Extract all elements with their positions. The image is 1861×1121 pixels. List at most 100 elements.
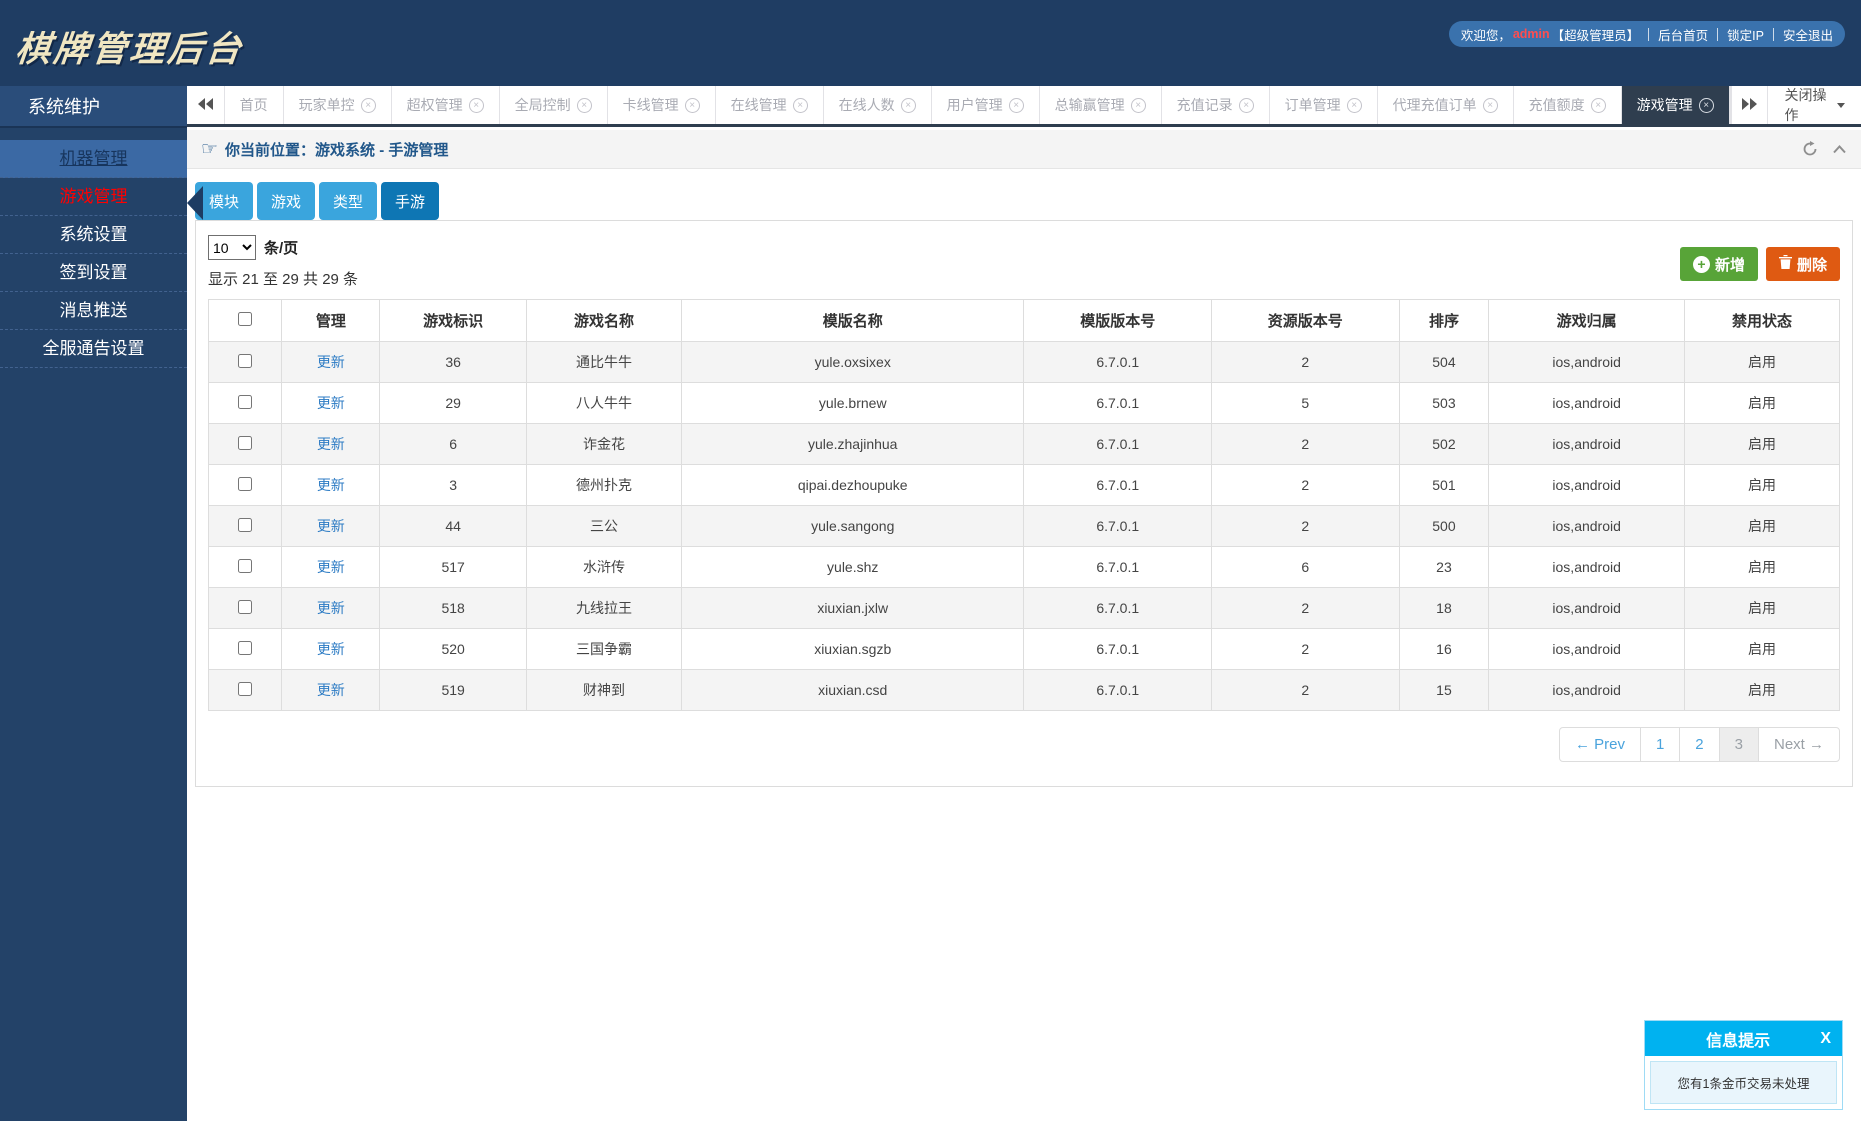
column-header: 游戏名称 — [526, 299, 682, 342]
column-header: 排序 — [1398, 299, 1490, 342]
tab-close-icon[interactable]: × — [900, 97, 916, 113]
tab-close-icon[interactable]: × — [468, 97, 484, 113]
tab-item[interactable]: 超权管理 × — [392, 86, 500, 124]
update-link[interactable]: 更新 — [317, 641, 345, 657]
tab-close-icon[interactable]: × — [1130, 97, 1146, 113]
cell-game-name: 九线拉王 — [526, 587, 682, 629]
row-checkbox[interactable] — [238, 435, 253, 450]
scroll-tabs-left-button[interactable] — [187, 86, 225, 124]
column-header: 游戏标识 — [379, 299, 528, 342]
page-number[interactable]: 3 — [1718, 728, 1758, 761]
tab-close-icon[interactable]: × — [684, 97, 700, 113]
subtab-button[interactable]: 类型 — [319, 182, 377, 220]
cell-status: 启用 — [1684, 587, 1840, 629]
update-link[interactable]: 更新 — [317, 395, 345, 411]
tab-item[interactable]: 玩家单控 × — [284, 86, 392, 124]
tab-item[interactable]: 订单管理 × — [1270, 86, 1378, 124]
cell-sort: 23 — [1398, 546, 1490, 588]
plus-circle-icon: + — [1692, 255, 1710, 273]
row-checkbox[interactable] — [238, 599, 253, 614]
tab-item[interactable]: 充值额度 × — [1514, 86, 1622, 124]
select-all-checkbox[interactable] — [238, 311, 253, 326]
update-link[interactable]: 更新 — [317, 600, 345, 616]
cell-game-id: 29 — [379, 382, 528, 424]
tab-label: 游戏管理 — [1636, 97, 1693, 113]
cell-template-version: 6.7.0.1 — [1023, 464, 1213, 506]
tab-close-icon[interactable]: × — [1698, 97, 1714, 113]
update-link[interactable]: 更新 — [317, 436, 345, 452]
tab-close-icon[interactable]: × — [1008, 97, 1024, 113]
logout-link[interactable]: 安全退出 — [1783, 25, 1833, 44]
scroll-tabs-right-button[interactable] — [1730, 86, 1769, 124]
refresh-icon[interactable] — [1802, 141, 1818, 157]
tab-label: 玩家单控 — [298, 97, 355, 113]
cell-game-name: 财神到 — [526, 669, 682, 711]
row-checkbox[interactable] — [238, 476, 253, 491]
row-checkbox[interactable] — [238, 517, 253, 532]
tab-item[interactable]: 代理充值订单 × — [1378, 86, 1514, 124]
collapse-up-icon[interactable] — [1832, 143, 1847, 155]
tab-item[interactable]: 充值记录 × — [1162, 86, 1270, 124]
update-link[interactable]: 更新 — [317, 559, 345, 575]
sidebar-item[interactable]: 游戏管理 — [0, 178, 187, 216]
row-checkbox[interactable] — [238, 681, 253, 696]
tab-item[interactable]: 总输赢管理 × — [1040, 86, 1162, 124]
tab-close-icon[interactable]: × — [1238, 97, 1254, 113]
delete-button[interactable]: 删除 — [1765, 247, 1840, 281]
row-checkbox[interactable] — [238, 640, 253, 655]
page-number[interactable]: 1 — [1639, 728, 1679, 761]
tab-close-icon[interactable]: × — [576, 97, 592, 113]
next-button[interactable]: Next → — [1757, 728, 1839, 761]
cell-sort: 504 — [1398, 341, 1490, 383]
cell-sort: 502 — [1398, 423, 1490, 465]
cell-resource-version: 5 — [1211, 382, 1400, 424]
add-button[interactable]: + 新增 — [1679, 247, 1758, 281]
tab-item[interactable]: 首页 — [225, 86, 284, 124]
tab-item[interactable]: 全局控制 × — [500, 86, 608, 124]
tab-close-icon[interactable]: × — [792, 97, 808, 113]
subtab-button[interactable]: 模块 — [195, 182, 253, 220]
update-link[interactable]: 更新 — [317, 354, 345, 370]
sidebar-item[interactable]: 全服通告设置 — [0, 330, 187, 368]
tab-item[interactable]: 在线管理 × — [716, 86, 824, 124]
tab-item[interactable]: 游戏管理 × — [1621, 86, 1730, 124]
table-row: 更新 520 三国争霸 xiuxian.sgzb 6.7.0.1 2 16 io… — [207, 628, 1840, 670]
sidebar-item[interactable]: 系统设置 — [0, 216, 187, 254]
tab-label: 代理充值订单 — [1392, 97, 1477, 113]
update-link[interactable]: 更新 — [317, 682, 345, 698]
row-checkbox[interactable] — [238, 558, 253, 573]
update-link[interactable]: 更新 — [317, 518, 345, 534]
username: admin — [1512, 27, 1550, 41]
cell-game-name: 通比牛牛 — [526, 341, 682, 383]
row-checkbox[interactable] — [238, 353, 253, 368]
home-link[interactable]: 后台首页 — [1658, 25, 1708, 44]
cell-platform: ios,android — [1488, 464, 1686, 506]
tab-item[interactable]: 在线人数 × — [824, 86, 932, 124]
tab-close-icon[interactable]: × — [1590, 97, 1606, 113]
close-operations-menu[interactable]: 关闭操作 — [1768, 86, 1861, 124]
tab-item[interactable]: 用户管理 × — [932, 86, 1040, 124]
sidebar-item[interactable]: 签到设置 — [0, 254, 187, 292]
subtab-button[interactable]: 游戏 — [257, 182, 315, 220]
tab-label: 卡线管理 — [622, 97, 679, 113]
page-number[interactable]: 2 — [1679, 728, 1718, 761]
update-link[interactable]: 更新 — [317, 477, 345, 493]
tab-close-icon[interactable]: × — [1482, 97, 1498, 113]
subtab-button[interactable]: 手游 — [381, 182, 439, 220]
tab-item[interactable]: 卡线管理 × — [608, 86, 716, 124]
sidebar-item[interactable]: 消息推送 — [0, 292, 187, 330]
cell-sort: 503 — [1398, 382, 1490, 424]
page-size-select[interactable]: 10 — [208, 235, 256, 260]
sidebar-section-title[interactable]: 系统维护 — [0, 86, 187, 128]
tab-close-icon[interactable]: × — [360, 97, 376, 113]
cell-sort: 15 — [1398, 669, 1490, 711]
cell-game-id: 6 — [379, 423, 528, 465]
lock-ip-link[interactable]: 锁定IP — [1727, 25, 1764, 44]
row-checkbox[interactable] — [238, 394, 253, 409]
notification-header: 信息提示 X — [1645, 1021, 1842, 1056]
sidebar-item-label: 消息推送 — [59, 301, 128, 320]
prev-button[interactable]: ← Prev — [1560, 728, 1640, 761]
sidebar-item[interactable]: 机器管理 — [0, 140, 187, 178]
close-icon[interactable]: X — [1820, 1030, 1831, 1048]
tab-close-icon[interactable]: × — [1346, 97, 1362, 113]
